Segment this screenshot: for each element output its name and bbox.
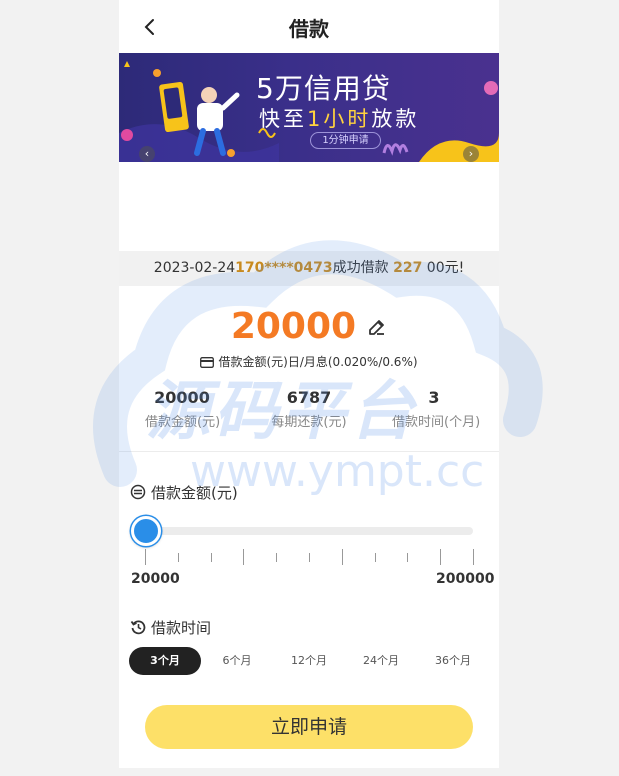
loan-summary: 20000 借款金额(元) 6787 每期还款(元) 3 借款时间(个月) <box>119 388 499 452</box>
chevron-right-icon: › <box>468 147 474 160</box>
stat-loan-amount: 20000 借款金额(元) <box>145 388 221 430</box>
slider-tick <box>440 549 442 565</box>
slider-tick <box>243 549 245 565</box>
stat-installment: 6787 每期还款(元) <box>271 388 347 430</box>
stat-value: 6787 <box>286 388 332 407</box>
term-section-title: 借款时间 <box>130 617 211 638</box>
nav-header: 借款 <box>119 0 499 53</box>
term-option-24-months[interactable]: 24个月 <box>345 647 417 675</box>
banner-prev-button[interactable]: ‹ <box>139 146 155 162</box>
slider-tick <box>341 549 343 565</box>
term-option-12-months[interactable]: 12个月 <box>273 647 345 675</box>
slider-tick <box>145 549 146 565</box>
slider-tick <box>407 553 409 562</box>
banner-sub-highlight: 1小时 <box>307 107 372 131</box>
interest-rate-text: 借款金额(元)日/月息(0.020%/0.6%) <box>218 355 418 369</box>
card-icon <box>200 357 215 368</box>
slider-tick <box>309 553 310 562</box>
slider-tick <box>210 553 212 562</box>
stat-loan-term: 3 借款时间(个月) <box>392 388 481 430</box>
banner-sub-post: 放款 <box>371 107 420 131</box>
amount-section-label: 借款金额(元) <box>151 484 238 502</box>
banner-sub-pre: 快至 <box>259 107 307 131</box>
stat-label: 每期还款(元) <box>271 415 347 430</box>
interest-rate: 借款金额(元)日/月息(0.020%/0.6%) <box>119 353 499 370</box>
notice-text: 成功借款 <box>332 260 389 276</box>
notice-date: 2023-02-24 <box>153 260 236 276</box>
term-option-3-months[interactable]: 3个月 <box>129 647 201 675</box>
slider-tick <box>276 553 278 562</box>
slider-min-label: 20000 <box>131 571 180 587</box>
banner-subheadline: 快至1小时放款 <box>259 103 419 133</box>
slider-max-label: 200000 <box>436 571 495 587</box>
slider-tick <box>473 549 474 565</box>
loan-amount-display: 20000 <box>119 306 499 350</box>
stat-value: 3 <box>428 388 440 407</box>
term-section-label: 借款时间 <box>151 619 212 637</box>
amount-section-title: 借款金额(元) <box>130 482 238 503</box>
stat-value: 20000 <box>154 388 210 407</box>
apply-button[interactable]: 立即申请 <box>145 705 473 749</box>
chevron-left-icon: ‹ <box>144 147 150 160</box>
term-option-6-months[interactable]: 6个月 <box>201 647 273 675</box>
banner-next-button[interactable]: › <box>463 146 479 162</box>
loan-amount: 20000 <box>230 306 357 347</box>
edit-icon[interactable] <box>367 317 387 337</box>
page-title: 借款 <box>289 17 329 41</box>
banner-headline: 5万信用贷 <box>256 72 391 105</box>
notice-amount: 227 <box>393 260 423 276</box>
notice-suffix: 00元! <box>426 260 465 276</box>
term-option-36-months[interactable]: 36个月 <box>417 647 489 675</box>
banner-badge: 1分钟申请 <box>310 132 381 149</box>
coin-icon <box>130 484 146 500</box>
notice-phone: 170****0473 <box>235 260 333 276</box>
promo-banner[interactable]: 5万信用贷 快至1小时放款 1分钟申请 ‹ › <box>119 53 499 162</box>
loan-notice-ticker: 2023-02-24170****0473成功借款 227 00元! <box>119 251 499 286</box>
amount-slider-handle[interactable] <box>131 516 161 546</box>
history-icon <box>130 620 146 635</box>
stat-label: 借款金额(元) <box>145 415 221 430</box>
app-screen: 借款 5万信用贷 快至1小时放款 1分钟申请 ‹ › 2023-02-24170… <box>119 0 499 776</box>
bottom-strip <box>119 768 499 776</box>
stat-label: 借款时间(个月) <box>392 415 481 430</box>
slider-tick <box>177 553 179 562</box>
slider-tick <box>374 553 376 562</box>
amount-slider-track[interactable] <box>145 527 473 535</box>
